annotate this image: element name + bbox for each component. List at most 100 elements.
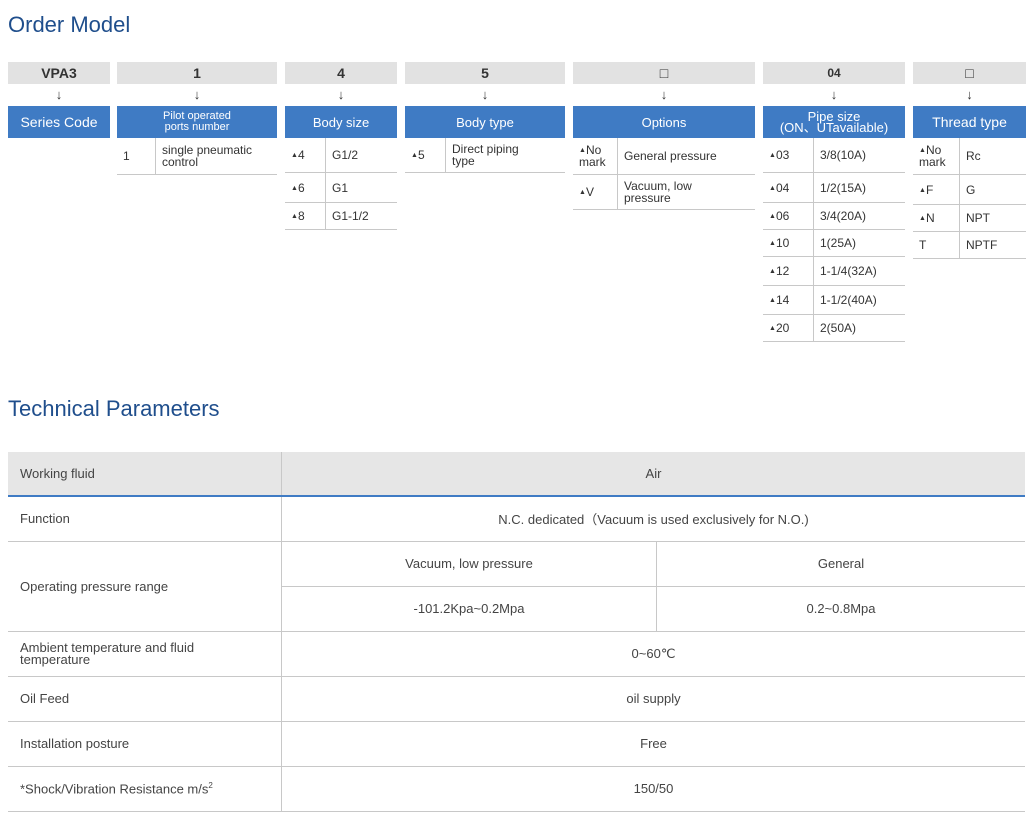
body-type-header: Body type — [405, 106, 565, 138]
down-arrow-icon: ↓ — [193, 87, 201, 102]
technical-parameters-table: Working fluid Air Function N.C. dedicate… — [8, 452, 1025, 812]
triangle-icon: ▲ — [411, 152, 418, 159]
thread-type-row: ▲N NPT — [913, 205, 1026, 232]
thread-type-code-value: □ — [913, 62, 1026, 84]
series-code-value: VPA3 — [8, 62, 110, 84]
pilot-ports-column: 1 ↓ Pilot operated ports number 1 single… — [117, 62, 277, 175]
technical-parameters-title: Technical Parameters — [8, 396, 220, 421]
pipe-size-value: 1-1/2(40A) — [813, 286, 905, 314]
thread-type-header: Thread type — [913, 106, 1026, 138]
body-type-column: 5 ↓ Body type ▲5 Direct piping type — [405, 62, 565, 173]
triangle-icon: ▲ — [579, 189, 586, 196]
pilot-option-key: 1 — [123, 149, 130, 163]
pipe-size-column: 04 ↓ Pipe size (ON、UTavailable) ▲03 3/8(… — [763, 62, 905, 342]
triangle-icon: ▲ — [919, 186, 926, 194]
table-row: *Shock/Vibration Resistance m/s2 150/50 — [8, 766, 1025, 812]
down-arrow-icon: ↓ — [55, 87, 63, 102]
triangle-icon: ▲ — [769, 213, 776, 220]
down-arrow-icon: ↓ — [337, 87, 345, 102]
table-row: Operating pressure range Vacuum, low pre… — [8, 541, 1025, 632]
options-code-value: □ — [573, 62, 755, 84]
table-row: Ambient temperature and fluid temperature… — [8, 631, 1025, 677]
body-type-value: Direct piping type — [445, 138, 565, 172]
thread-type-row: T NPTF — [913, 232, 1026, 259]
shock-resistance-value: 150/50 — [281, 766, 1025, 812]
function-value: N.C. dedicated（Vacuum is used exclusivel… — [281, 496, 1025, 542]
body-size-column: 4 ↓ Body size ▲4 G1/2 ▲6 G1 ▲8 G1-1/2 — [285, 62, 397, 230]
down-arrow-icon: ↓ — [660, 87, 668, 102]
triangle-icon: ▲ — [769, 240, 776, 247]
down-arrow-icon: ↓ — [966, 87, 973, 102]
pipe-size-value: 1-1/4(32A) — [813, 257, 905, 285]
pipe-size-value: 3/4(20A) — [813, 203, 905, 229]
pilot-ports-header: Pilot operated ports number — [117, 106, 277, 138]
body-type-code-value: 5 — [405, 62, 565, 84]
table-row: Function N.C. dedicated（Vacuum is used e… — [8, 496, 1025, 542]
pipe-size-row: ▲10 1(25A) — [763, 230, 905, 257]
pilot-code-value: 1 — [117, 62, 277, 84]
body-size-row: ▲8 G1-1/2 — [285, 203, 397, 230]
triangle-icon: ▲ — [769, 184, 776, 192]
order-model-title: Order Model — [8, 12, 131, 37]
table-row: Working fluid Air — [8, 452, 1025, 497]
table-row: Installation posture Free — [8, 721, 1025, 767]
shock-resistance-label: *Shock/Vibration Resistance m/s2 — [8, 766, 282, 812]
table-row: Oil Feed oil supply — [8, 676, 1025, 722]
pipe-size-value: 2(50A) — [813, 315, 905, 341]
options-row: ▲V Vacuum, low pressure — [573, 175, 755, 210]
working-fluid-value: Air — [281, 452, 1025, 497]
triangle-icon: ▲ — [769, 268, 776, 275]
pipe-size-value: 1(25A) — [813, 230, 905, 256]
triangle-icon: ▲ — [291, 213, 298, 220]
down-arrow-icon: ↓ — [481, 87, 489, 102]
pipe-size-row: ▲04 1/2(15A) — [763, 173, 905, 203]
triangle-icon: ▲ — [291, 184, 298, 192]
installation-posture-label: Installation posture — [8, 721, 282, 767]
pipe-size-code-value: 04 — [763, 62, 905, 84]
pilot-option-value: single pneumatic control — [155, 138, 277, 174]
body-size-value: G1-1/2 — [325, 203, 397, 229]
pipe-size-row: ▲03 3/8(10A) — [763, 138, 905, 173]
options-row: ▲No mark General pressure — [573, 138, 755, 175]
thread-type-value: NPTF — [959, 232, 1026, 258]
ambient-temperature-value: 0~60℃ — [281, 631, 1025, 677]
thread-type-row: ▲No mark Rc — [913, 138, 1026, 175]
series-code-header: Series Code — [8, 106, 110, 138]
body-size-code-value: 4 — [285, 62, 397, 84]
triangle-icon: ▲ — [769, 297, 776, 304]
body-size-value: G1/2 — [325, 138, 397, 172]
vacuum-pressure-sublabel: Vacuum, low pressure — [281, 541, 657, 587]
pipe-size-header: Pipe size (ON、UTavailable) — [763, 106, 905, 138]
body-type-row: ▲5 Direct piping type — [405, 138, 565, 173]
series-code-column: VPA3 ↓ Series Code — [8, 62, 110, 138]
general-pressure-value: 0.2~0.8Mpa — [656, 586, 1025, 632]
pilot-option-row: 1 single pneumatic control — [117, 138, 277, 175]
triangle-icon: ▲ — [579, 147, 586, 154]
pipe-size-row: ▲14 1-1/2(40A) — [763, 286, 905, 315]
pipe-size-value: 1/2(15A) — [813, 173, 905, 202]
body-size-row: ▲6 G1 — [285, 173, 397, 203]
options-value: Vacuum, low pressure — [617, 175, 755, 209]
operating-pressure-label: Operating pressure range — [8, 541, 282, 632]
function-label: Function — [8, 496, 282, 542]
vacuum-pressure-value: -101.2Kpa~0.2Mpa — [281, 586, 657, 632]
thread-type-value: G — [959, 175, 1026, 204]
oil-feed-value: oil supply — [281, 676, 1025, 722]
body-size-row: ▲4 G1/2 — [285, 138, 397, 173]
options-value: General pressure — [617, 138, 755, 174]
pilot-header-line2: ports number — [164, 121, 230, 133]
general-pressure-sublabel: General — [656, 541, 1025, 587]
down-arrow-icon: ↓ — [830, 87, 838, 102]
triangle-icon: ▲ — [291, 152, 298, 159]
triangle-icon: ▲ — [919, 147, 926, 154]
thread-type-column: □ ↓ Thread type ▲No mark Rc ▲F G ▲N NPT T… — [913, 62, 1026, 259]
triangle-icon: ▲ — [769, 152, 776, 159]
working-fluid-label: Working fluid — [8, 452, 282, 497]
body-size-header: Body size — [285, 106, 397, 138]
thread-type-value: Rc — [959, 138, 1026, 174]
pipe-size-value: 3/8(10A) — [813, 138, 905, 172]
pipe-size-row: ▲12 1-1/4(32A) — [763, 257, 905, 286]
ambient-temperature-label: Ambient temperature and fluid temperature — [8, 631, 282, 677]
triangle-icon: ▲ — [769, 325, 776, 332]
pipe-size-row: ▲20 2(50A) — [763, 315, 905, 342]
